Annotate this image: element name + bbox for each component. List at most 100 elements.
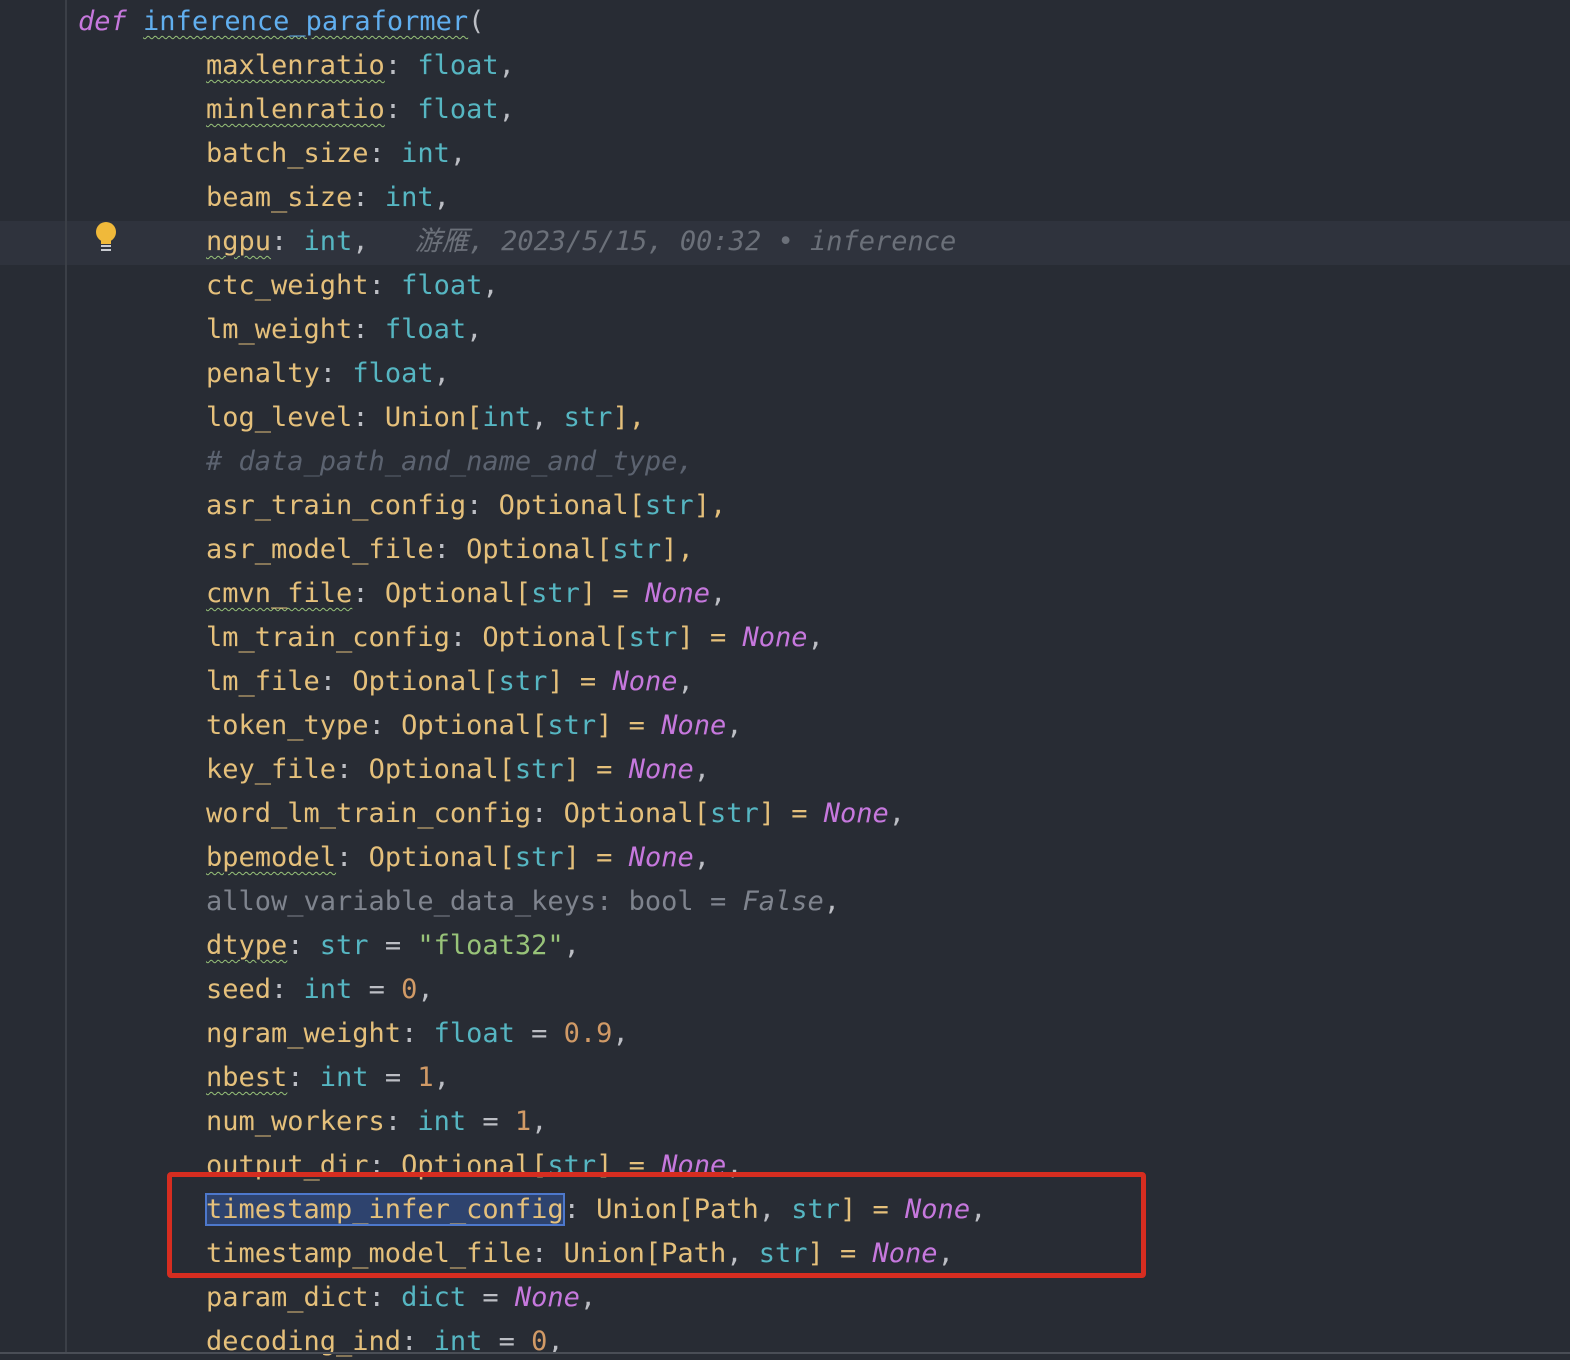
param-name[interactable]: word_lm_train_config: [206, 798, 531, 829]
type-name: str: [709, 798, 759, 829]
param-name[interactable]: ngpu: [206, 226, 271, 257]
bracket-comma: ],: [612, 402, 645, 433]
param-name[interactable]: allow_variable_data_keys: [206, 886, 596, 917]
type-name: float: [417, 50, 499, 81]
type-name: Optional: [466, 534, 597, 565]
param-name[interactable]: num_workers: [206, 1106, 385, 1137]
colon: :: [466, 490, 499, 521]
type-name: str: [563, 402, 613, 433]
code-line-param[interactable]: lm_file: Optional[str] = None,: [206, 660, 694, 704]
blame-message: inference: [810, 226, 957, 257]
blame-date: 2023/5/15, 00:32: [501, 226, 762, 257]
param-name[interactable]: nbest: [206, 1062, 287, 1093]
param-name[interactable]: lm_file: [206, 666, 320, 697]
param-name[interactable]: beam_size: [206, 182, 352, 213]
code-line-param[interactable]: minlenratio: float,: [206, 88, 515, 132]
param-name[interactable]: seed: [206, 974, 271, 1005]
type-name: dict: [401, 1282, 467, 1313]
param-name[interactable]: token_type: [206, 710, 369, 741]
type-name: Union: [384, 402, 467, 433]
equals: =: [368, 930, 418, 961]
code-line-param[interactable]: param_dict: dict = None,: [206, 1276, 596, 1320]
param-name[interactable]: cmvn_file: [206, 578, 352, 609]
none-literal: None: [742, 622, 808, 653]
type-name: int: [482, 402, 532, 433]
number-literal: 0.9: [563, 1018, 613, 1049]
type-name: Optional: [482, 622, 613, 653]
equals: =: [466, 1106, 515, 1137]
code-line-param[interactable]: ngram_weight: float = 0.9,: [206, 1012, 629, 1056]
param-name[interactable]: ctc_weight: [206, 270, 369, 301]
code-line-param[interactable]: beam_size: int,: [206, 176, 450, 220]
param-name[interactable]: asr_train_config: [206, 490, 466, 521]
type-name: Optional: [563, 798, 694, 829]
type-name: int: [303, 226, 353, 257]
colon: :: [384, 1106, 418, 1137]
bracket-equals: ] =: [579, 578, 645, 609]
comma: ,: [482, 270, 499, 301]
code-line-param-unused[interactable]: allow_variable_data_keys: bool = False,: [206, 880, 840, 924]
param-name[interactable]: maxlenratio: [206, 50, 385, 81]
code-line-param[interactable]: key_file: Optional[str] = None,: [206, 748, 710, 792]
type-name: str: [514, 754, 564, 785]
param-name[interactable]: param_dict: [206, 1282, 369, 1313]
code-line-param[interactable]: log_level: Union[int, str],: [206, 396, 645, 440]
code-line-param[interactable]: nbest: int = 1,: [206, 1056, 450, 1100]
param-name[interactable]: lm_train_config: [206, 622, 450, 653]
code-line-param[interactable]: decoding_ind: int = 0,: [206, 1320, 564, 1360]
type-name: Optional: [498, 490, 629, 521]
code-editor[interactable]: def inference_paraformer( maxlenratio: f…: [0, 0, 1570, 1360]
lightbulb-icon[interactable]: [93, 222, 119, 254]
code-line-param[interactable]: dtype: str = "float32",: [206, 924, 580, 968]
code-line-param[interactable]: asr_model_file: Optional[str],: [206, 528, 694, 572]
type-name: int: [384, 182, 434, 213]
function-name[interactable]: inference_paraformer: [143, 6, 468, 37]
param-name[interactable]: lm_weight: [206, 314, 352, 345]
comma: ,: [531, 402, 564, 433]
bracket: [: [531, 710, 548, 741]
code-line-comment[interactable]: # data_path_and_name_and_type,: [206, 440, 694, 484]
code-line-param[interactable]: token_type: Optional[str] = None,: [206, 704, 743, 748]
param-name[interactable]: key_file: [206, 754, 336, 785]
param-name[interactable]: bpemodel: [206, 842, 336, 873]
colon: :: [368, 270, 402, 301]
colon: :: [433, 534, 467, 565]
param-name[interactable]: log_level: [206, 402, 352, 433]
type-name: int: [303, 974, 353, 1005]
bracket: [: [612, 622, 629, 653]
comma: ,: [352, 226, 369, 257]
code-line-param[interactable]: ctc_weight: float,: [206, 264, 499, 308]
code-line-param-current[interactable]: ngpu: int, 游雁, 2023/5/15, 00:32 • inferen…: [206, 220, 956, 264]
code-line-param[interactable]: seed: int = 0,: [206, 968, 434, 1012]
colon: :: [319, 666, 353, 697]
code-line-param[interactable]: num_workers: int = 1,: [206, 1100, 547, 1144]
colon: :: [319, 358, 353, 389]
code-line-param[interactable]: penalty: float,: [206, 352, 450, 396]
equals: =: [466, 1282, 515, 1313]
code-line-param[interactable]: batch_size: int,: [206, 132, 466, 176]
code-line-param[interactable]: word_lm_train_config: Optional[str] = No…: [206, 792, 905, 836]
type-name: bool: [628, 886, 694, 917]
code-line-function-def[interactable]: def inference_paraformer(: [78, 0, 484, 44]
equals: =: [514, 1018, 564, 1049]
param-name[interactable]: dtype: [206, 930, 287, 961]
code-line-param[interactable]: asr_train_config: Optional[str],: [206, 484, 726, 528]
param-name[interactable]: minlenratio: [206, 94, 385, 125]
none-literal: None: [661, 710, 727, 741]
code-line-param[interactable]: bpemodel: Optional[str] = None,: [206, 836, 710, 880]
number-literal: 1: [514, 1106, 532, 1137]
param-name[interactable]: asr_model_file: [206, 534, 434, 565]
param-name[interactable]: ngram_weight: [206, 1018, 401, 1049]
comma: ,: [709, 578, 727, 609]
code-line-param[interactable]: lm_train_config: Optional[str] = None,: [206, 616, 824, 660]
colon: :: [352, 314, 385, 345]
colon: :: [384, 94, 418, 125]
git-blame-annotation[interactable]: 游雁, 2023/5/15, 00:32 • inference: [415, 226, 957, 257]
colon: :: [352, 578, 385, 609]
comma: ,: [693, 754, 710, 785]
param-name[interactable]: batch_size: [206, 138, 369, 169]
code-line-param[interactable]: cmvn_file: Optional[str] = None,: [206, 572, 726, 616]
code-line-param[interactable]: lm_weight: float,: [206, 308, 482, 352]
param-name[interactable]: penalty: [206, 358, 320, 389]
code-line-param[interactable]: maxlenratio: float,: [206, 44, 515, 88]
